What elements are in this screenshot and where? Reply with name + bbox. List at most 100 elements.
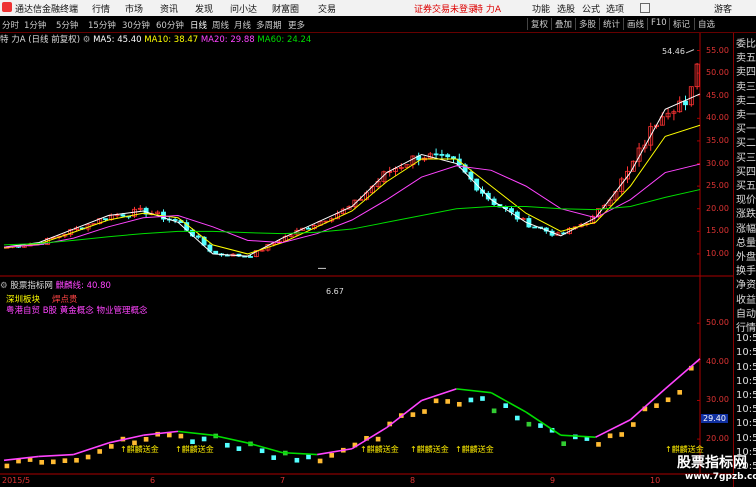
side-panel-item: 卖三 (736, 81, 756, 93)
date-label: 7 (280, 476, 286, 485)
indicator-bar (468, 397, 474, 403)
candle-body (306, 227, 311, 230)
indicator-bar (630, 422, 636, 427)
y-tick-label: 25.00 (706, 181, 729, 191)
high-label: 54.46 (662, 47, 685, 56)
current-value-badge: 29.40 (701, 414, 728, 423)
side-panel-item: 换手 (736, 266, 756, 278)
side-panel-item: 10:5 (736, 390, 756, 401)
candle-body (683, 100, 688, 106)
indicator-bar (224, 442, 230, 448)
low-label: 6.67 (326, 287, 344, 296)
indicator-bar (294, 457, 300, 463)
watermark-url: www.7gpzb.com (685, 472, 756, 482)
y-tick-label: 20.00 (706, 203, 729, 213)
side-panel-item: 10:5 (736, 404, 756, 416)
indicator-bar (596, 442, 601, 447)
indicator-bar (4, 463, 10, 469)
indicator-bar (375, 436, 381, 442)
y-tick-label: 15.00 (706, 226, 729, 236)
indicator-bar (50, 459, 56, 465)
indicator-bar (561, 441, 567, 446)
qilin-line-segment (421, 388, 457, 402)
ma-line (3, 93, 701, 257)
y-tick-label: 30.00 (706, 395, 729, 405)
side-panel-item: 卖四 (736, 67, 756, 79)
y-tick-label: 35.00 (706, 135, 729, 145)
candle-body (103, 218, 108, 221)
candle-body (445, 154, 451, 158)
indicator-bar (97, 449, 103, 454)
indicator-bar (433, 398, 439, 404)
indicator-bar (190, 439, 195, 445)
qilin-line-segment (560, 434, 596, 438)
side-panel-item: 收益 (736, 294, 756, 306)
date-label: 8 (410, 476, 416, 485)
qilin-line-segment (108, 434, 144, 444)
indicator-bar (317, 458, 323, 464)
indicator-bar (422, 409, 427, 414)
date-label: 6 (150, 476, 156, 485)
qilin-line-segment (3, 455, 39, 462)
ma-line (3, 163, 701, 248)
indicator-bar (480, 396, 485, 401)
signal-label: ↑麒麟送金 (175, 444, 214, 454)
indicator-bar (445, 399, 451, 404)
candle-body (120, 214, 126, 217)
qilin-line-segment (143, 430, 179, 437)
indicator-bar (503, 403, 509, 408)
qilin-line-segment (317, 447, 353, 456)
side-panel-item: 行情 (736, 323, 756, 334)
candle-body (248, 256, 253, 258)
indicator-bar (410, 412, 416, 417)
side-panel-item: 涨幅 (736, 223, 756, 235)
candle-body (532, 226, 538, 229)
qilin-line-segment (629, 388, 666, 421)
indicator-bar (456, 401, 462, 407)
qilin-line-segment (664, 358, 701, 390)
date-label: 9 (550, 476, 556, 485)
side-panel-item: 买五 (736, 181, 756, 192)
indicator-bar (108, 444, 114, 449)
y-tick-label: 40.00 (706, 113, 729, 123)
side-panel-item: 委比 (736, 39, 756, 50)
candle-body (213, 250, 219, 255)
y-tick-label: 40.00 (706, 356, 729, 366)
kline-chart[interactable]: ↑麒麟送金 ↑麒麟送金 ↑麒麟送金 ↑麒麟送金 ↑麒麟送金 ↑麒麟送金 (0, 0, 733, 487)
indicator-bar (526, 421, 532, 427)
side-panel-item: 总量 (736, 237, 756, 249)
qilin-line-segment (73, 442, 109, 456)
side-panel-item: 10:5 (736, 432, 756, 444)
indicator-bar (85, 454, 91, 460)
indicator-bar (665, 397, 671, 403)
indicator-bar (329, 453, 335, 458)
indicator-bar (143, 436, 149, 442)
indicator-bar (39, 460, 45, 465)
candle-body (195, 235, 201, 238)
y-tick-label: 50.00 (706, 318, 729, 328)
qilin-line-segment (456, 388, 492, 394)
quote-side-panel: 委比 卖五 卖四 卖三 卖二 卖一 买一 买二 买三 买四 买五 现价 涨跌 涨幅 总量 外盘 换手 净资 收益 自动… (733, 33, 756, 487)
high-arrow (685, 49, 695, 54)
indicator-bar (62, 458, 68, 463)
side-panel-item: 10:5 (736, 361, 756, 373)
qilin-line-segment (595, 419, 631, 438)
qilin-line-segment (38, 453, 74, 458)
indicator-bar (306, 454, 311, 460)
side-panel-item: 10:5 (736, 418, 756, 430)
ma-line (3, 124, 701, 255)
side-panel-item: 卖五 (736, 53, 756, 65)
side-panel-item: 自动 (736, 308, 756, 320)
indicator-bar (236, 446, 242, 451)
indicator-bar (654, 403, 659, 408)
candle-body (439, 153, 445, 156)
date-label: 2015/5 (2, 476, 31, 485)
indicator-bar (677, 390, 683, 395)
qilin-line-segment (212, 434, 248, 444)
indicator-bar (178, 433, 184, 439)
y-tick-label: 20.00 (706, 434, 729, 444)
indicator-bar (74, 457, 79, 463)
qilin-line-segment (247, 442, 283, 454)
indicator-bar (271, 455, 277, 460)
side-panel-item: 净资 (736, 280, 756, 292)
